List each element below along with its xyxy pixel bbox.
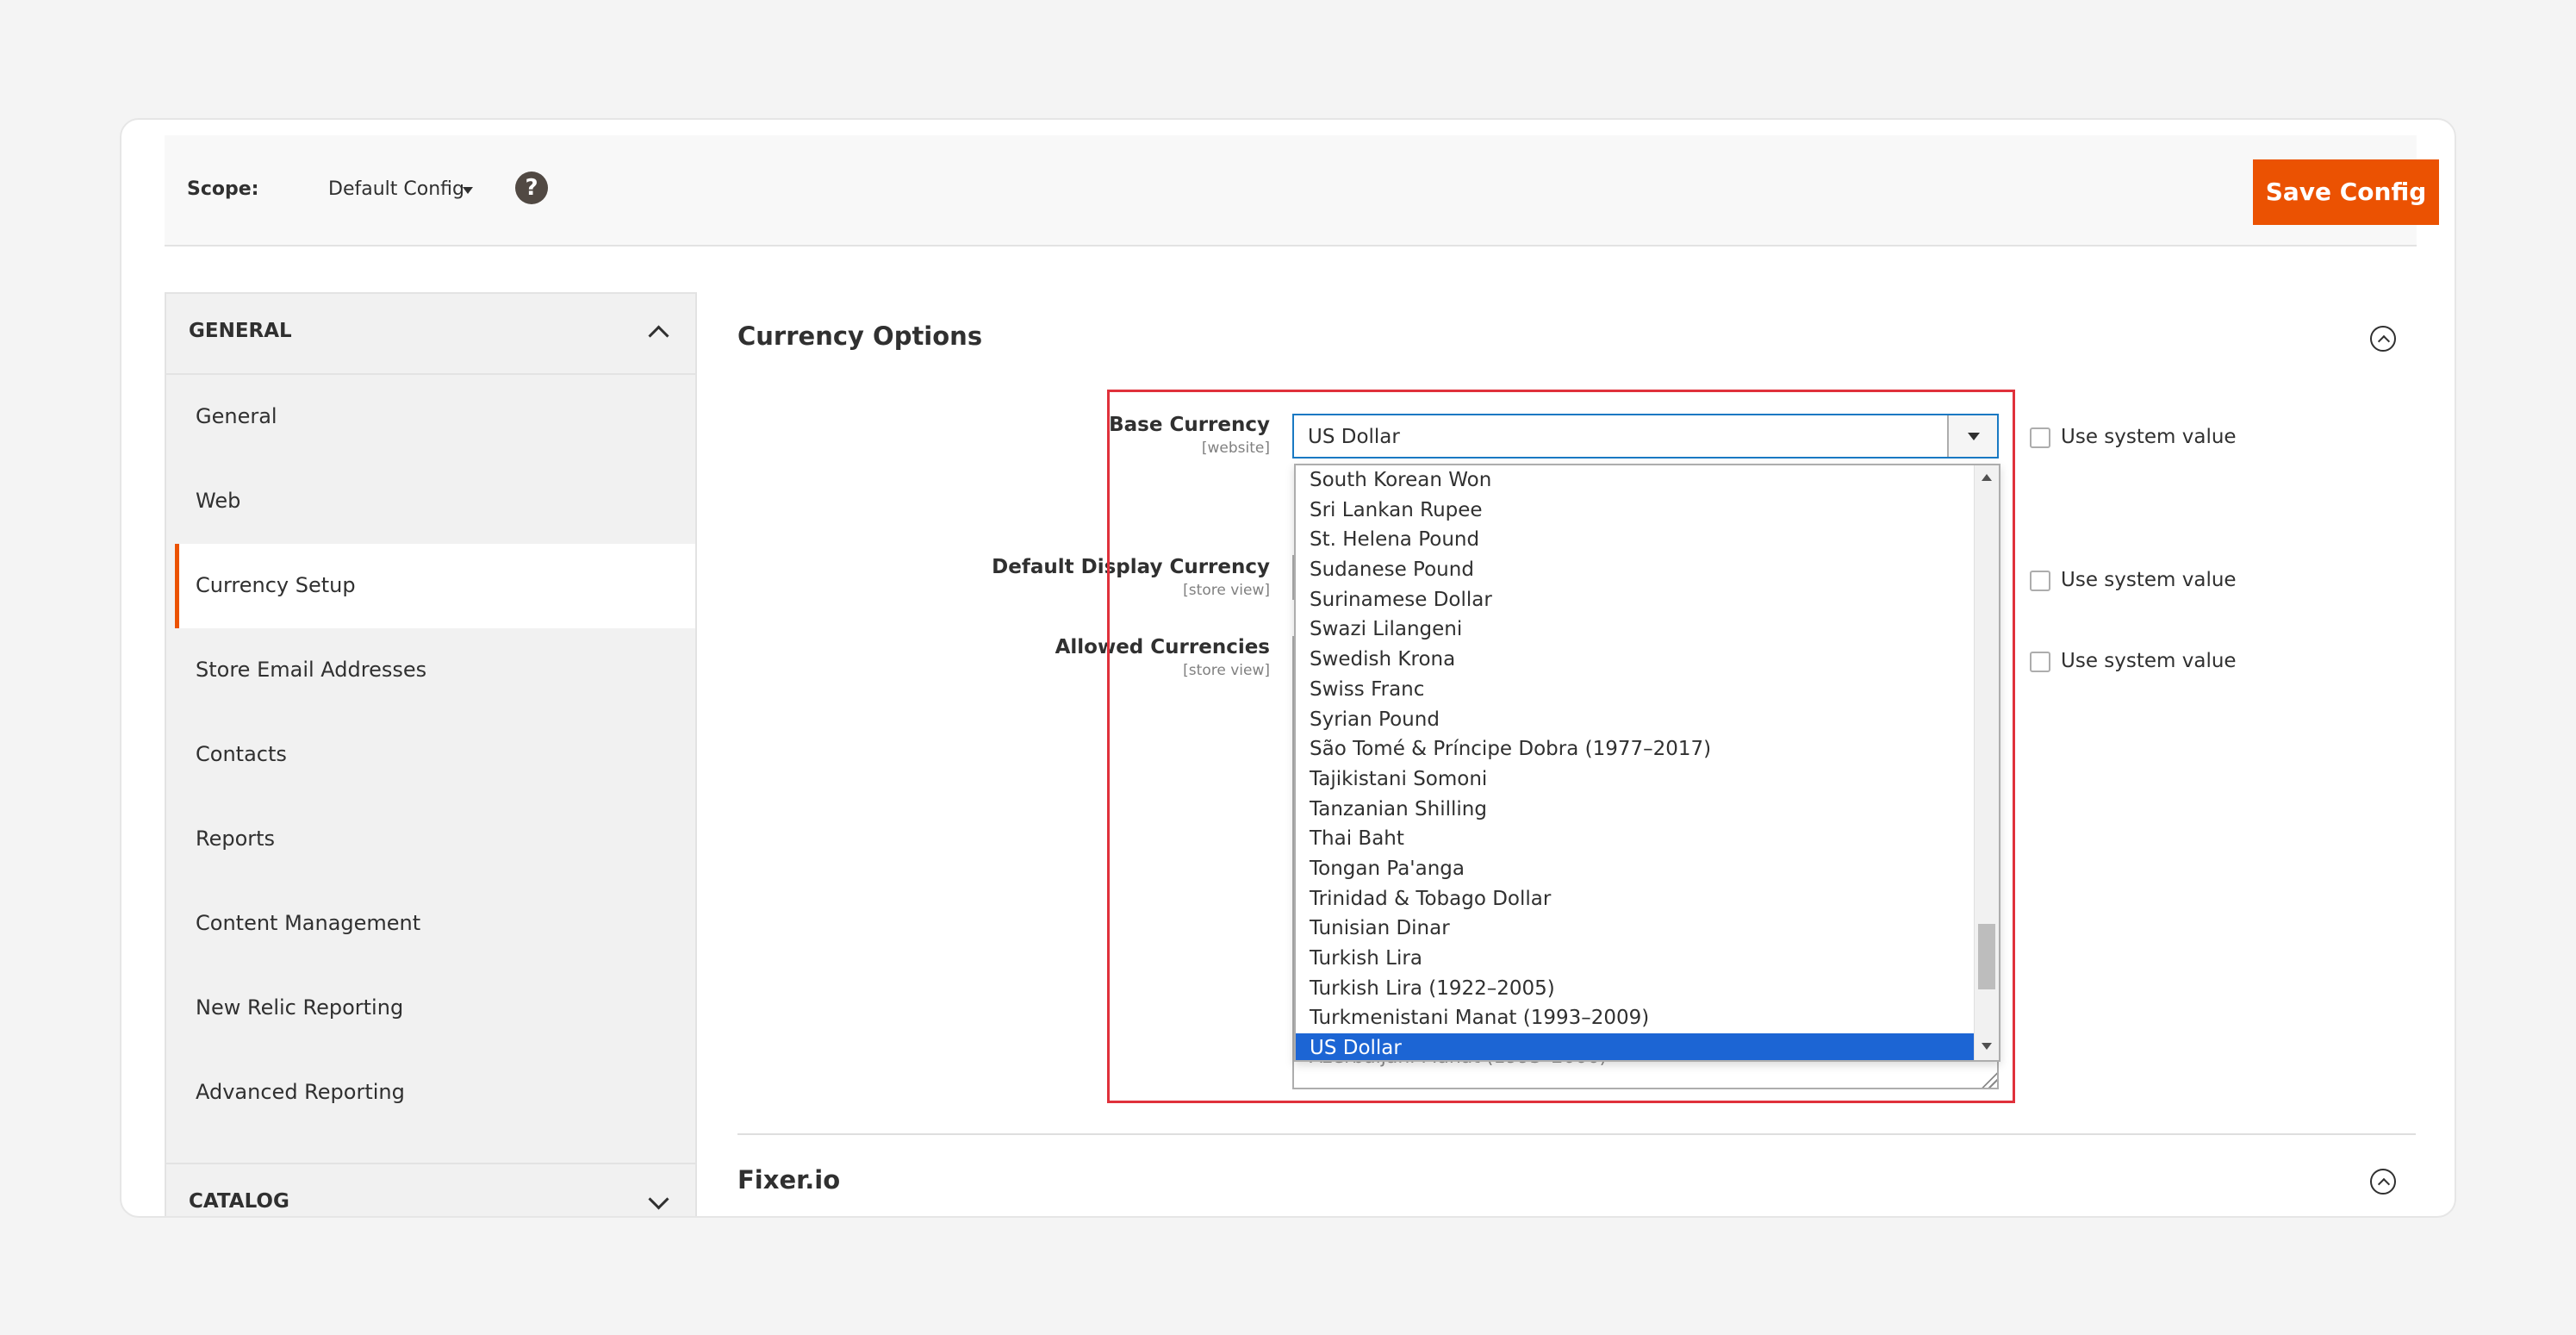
section-title-currency-options[interactable]: Currency Options: [737, 321, 982, 351]
config-sidebar: GENERAL General Web Currency Setup Store…: [165, 292, 697, 1216]
sidebar-item-label: Web: [196, 489, 241, 513]
use-system-value-label: Use system value: [2061, 426, 2237, 448]
sidebar-item-content-management[interactable]: Content Management: [166, 882, 695, 966]
sidebar-item-label: Reports: [196, 827, 276, 851]
sidebar-item-label: Currency Setup: [196, 573, 356, 597]
sidebar-item-store-email-addresses[interactable]: Store Email Addresses: [166, 628, 695, 713]
use-system-value-label: Use system value: [2061, 650, 2237, 672]
sidebar-item-web[interactable]: Web: [166, 459, 695, 544]
sidebar-item-label: Content Management: [196, 911, 421, 935]
chevron-up-icon: [648, 325, 669, 346]
scope-label: Scope:: [187, 178, 259, 200]
use-system-value-checkbox[interactable]: [2030, 571, 2050, 591]
sidebar-item-label: New Relic Reporting: [196, 995, 404, 1020]
highlight-annotation-box: [1107, 390, 2015, 1103]
sidebar-section-title: CATALOG: [189, 1190, 289, 1213]
chevron-down-icon: [648, 1188, 669, 1210]
section-title-fixer-io[interactable]: Fixer.io: [737, 1165, 840, 1195]
scope-bar: Scope: Default Config ? Save Config: [165, 135, 2439, 246]
sidebar-item-label: Contacts: [196, 742, 287, 766]
sidebar-item-label: General: [196, 404, 277, 428]
sidebar-section-catalog[interactable]: CATALOG: [166, 1163, 695, 1216]
sidebar-item-label: Advanced Reporting: [196, 1080, 405, 1104]
sidebar-item-general[interactable]: General: [166, 375, 695, 459]
scope-switcher[interactable]: Default Config: [328, 178, 464, 200]
save-config-button[interactable]: Save Config: [2253, 159, 2439, 225]
sidebar-item-currency-setup[interactable]: Currency Setup: [175, 544, 695, 628]
sidebar-section-general[interactable]: GENERAL: [166, 294, 695, 373]
sidebar-items: General Web Currency Setup Store Email A…: [166, 373, 695, 1135]
caret-down-icon[interactable]: [463, 187, 473, 194]
sidebar-item-new-relic-reporting[interactable]: New Relic Reporting: [166, 966, 695, 1051]
collapse-icon[interactable]: [2370, 326, 2396, 352]
use-system-value-label: Use system value: [2061, 569, 2237, 591]
section-divider: [737, 1133, 2416, 1135]
sidebar-item-contacts[interactable]: Contacts: [166, 713, 695, 797]
help-icon[interactable]: ?: [515, 172, 548, 204]
collapse-icon[interactable]: [2370, 1169, 2396, 1195]
sidebar-item-advanced-reporting[interactable]: Advanced Reporting: [166, 1051, 695, 1135]
use-system-value-checkbox[interactable]: [2030, 652, 2050, 672]
sidebar-item-reports[interactable]: Reports: [166, 797, 695, 882]
sidebar-section-title: GENERAL: [189, 320, 292, 342]
use-system-value-checkbox[interactable]: [2030, 427, 2050, 448]
sidebar-item-label: Store Email Addresses: [196, 658, 427, 682]
